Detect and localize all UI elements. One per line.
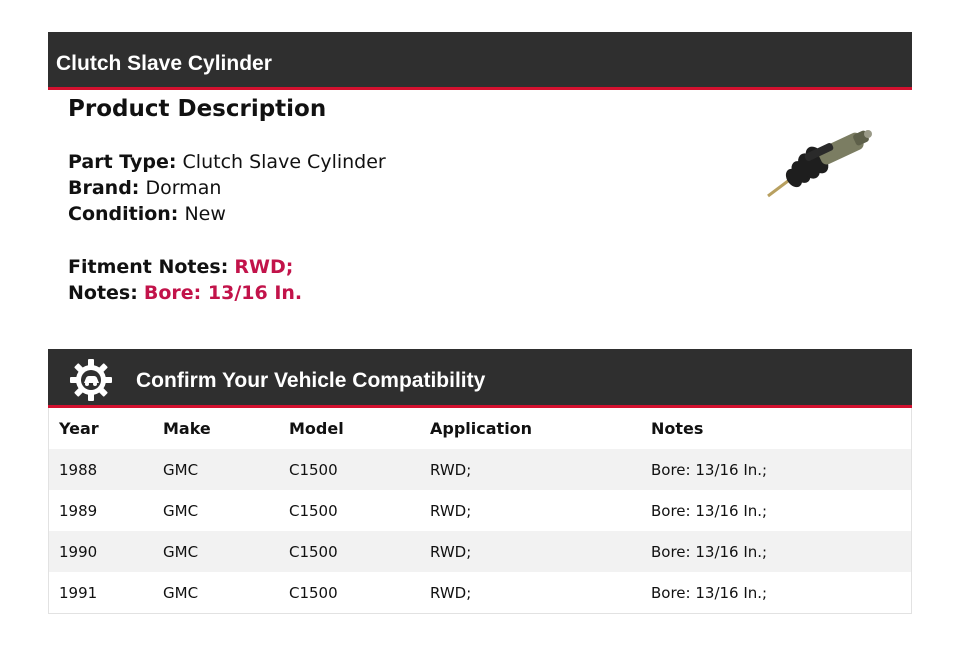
description-heading: Product Description — [68, 96, 327, 122]
product-description-section: Product Description — [68, 96, 326, 122]
part-type-value: Clutch Slave Cylinder — [182, 151, 386, 173]
table-row: 1989 GMC C1500 RWD; Bore: 13/16 In.; — [49, 490, 911, 531]
part-type-label: Part Type: — [68, 151, 177, 173]
table-header-row: Year Make Model Application Notes — [49, 408, 911, 449]
condition-label: Condition: — [68, 203, 179, 225]
compatibility-title: Confirm Your Vehicle Compatibility — [136, 369, 486, 392]
cell-make: GMC — [163, 531, 289, 572]
column-model: Model — [289, 419, 344, 438]
brand-line: Brand: Dorman — [68, 177, 221, 199]
cell-notes: Bore: 13/16 In.; — [651, 501, 768, 520]
compatibility-table: Year Make Model Application Notes 1988 G… — [48, 408, 912, 614]
brand-label: Brand: — [68, 177, 140, 199]
cell-notes: Bore: 13/16 In.; — [651, 531, 911, 572]
table-row: 1991 GMC C1500 RWD; Bore: 13/16 In.; — [49, 572, 911, 613]
column-make: Make — [163, 419, 211, 438]
cell-year: 1988 — [49, 449, 163, 490]
table-row: 1988 GMC C1500 RWD; Bore: 13/16 In.; — [49, 449, 911, 490]
product-image[interactable] — [760, 126, 876, 202]
fitment-notes-label: Fitment Notes: — [68, 256, 229, 278]
cell-model: C1500 — [289, 501, 338, 520]
condition-value: New — [184, 203, 226, 225]
condition-line: Condition: New — [68, 203, 226, 225]
cell-year: 1991 — [59, 583, 98, 602]
cell-model: C1500 — [289, 583, 338, 602]
gear-car-icon — [70, 359, 112, 401]
column-notes: Notes — [651, 419, 704, 438]
cell-application: RWD; — [430, 501, 472, 520]
cell-make: GMC — [163, 583, 199, 602]
notes-line: Notes: Bore: 13/16 In. — [68, 282, 302, 304]
part-type-line: Part Type: Clutch Slave Cylinder — [68, 151, 386, 173]
fitment-notes-line: Fitment Notes: RWD; — [68, 256, 293, 278]
column-application: Application — [430, 419, 533, 438]
brand-value: Dorman — [145, 177, 222, 199]
cell-notes: Bore: 13/16 In.; — [651, 583, 768, 602]
cell-model: C1500 — [289, 449, 430, 490]
column-year: Year — [59, 419, 99, 438]
table-row: 1990 GMC C1500 RWD; Bore: 13/16 In.; — [49, 531, 911, 572]
notes-label: Notes: — [68, 282, 138, 304]
product-title: Clutch Slave Cylinder — [56, 52, 272, 75]
product-title-bar: Clutch Slave Cylinder — [48, 32, 912, 90]
notes-value: Bore: 13/16 In. — [143, 282, 303, 304]
cell-make: GMC — [163, 501, 199, 520]
cell-model: C1500 — [289, 531, 430, 572]
cell-year: 1989 — [59, 501, 98, 520]
cell-application: RWD; — [430, 583, 472, 602]
cell-year: 1990 — [49, 531, 163, 572]
compatibility-title-bar: Confirm Your Vehicle Compatibility — [48, 349, 912, 408]
fitment-notes-value: RWD; — [234, 256, 294, 278]
cell-application: RWD; — [430, 449, 651, 490]
cell-application: RWD; — [430, 531, 651, 572]
cell-notes: Bore: 13/16 In.; — [651, 449, 911, 490]
cell-make: GMC — [163, 449, 289, 490]
